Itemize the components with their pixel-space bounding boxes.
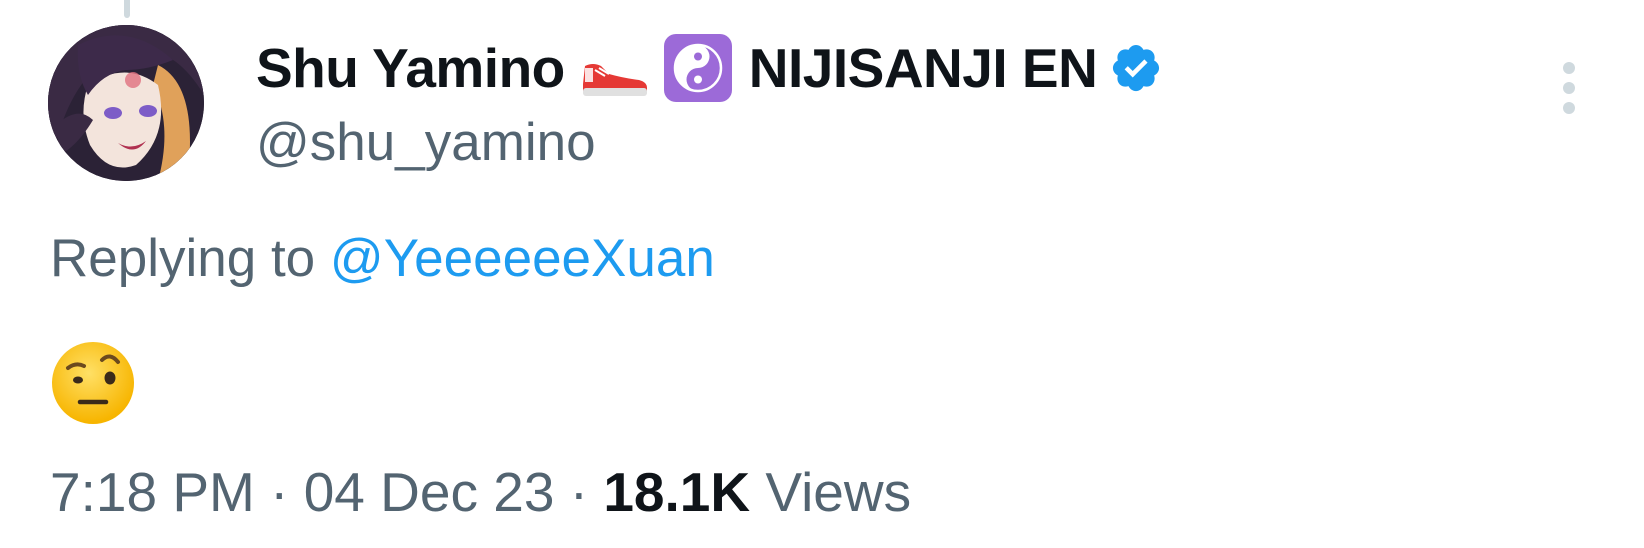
avatar-image: [48, 25, 204, 181]
tweet-meta-line: 7:18 PM · 04 Dec 23 · 18.1K Views: [50, 460, 911, 524]
verified-badge-icon[interactable]: [1109, 41, 1163, 95]
avatar[interactable]: [48, 25, 204, 181]
sneaker-emoji: [579, 54, 651, 98]
views-count[interactable]: 18.1K: [603, 461, 750, 523]
reply-mention-link[interactable]: @YeeeeeeXuan: [330, 229, 715, 288]
tweet-date[interactable]: 04 Dec 23: [304, 461, 555, 523]
face-with-raised-eyebrow-emoji: [50, 340, 136, 426]
meta-separator: ·: [270, 461, 289, 523]
display-name[interactable]: Shu Yamino: [256, 36, 565, 100]
thread-connector-line: [124, 0, 130, 18]
views-label[interactable]: Views: [765, 461, 911, 523]
author-name-row[interactable]: Shu Yamino NIJISANJI EN: [256, 33, 1163, 103]
tweet-time[interactable]: 7:18 PM: [50, 461, 255, 523]
more-options-icon[interactable]: [1554, 58, 1584, 124]
yin-yang-emoji: [663, 33, 733, 103]
org-name[interactable]: NIJISANJI EN: [749, 36, 1098, 100]
meta-separator: ·: [569, 461, 589, 523]
author-handle[interactable]: @shu_yamino: [256, 112, 596, 173]
replying-to-label: Replying to: [50, 229, 316, 288]
replying-to-line: Replying to @YeeeeeeXuan: [50, 228, 715, 289]
